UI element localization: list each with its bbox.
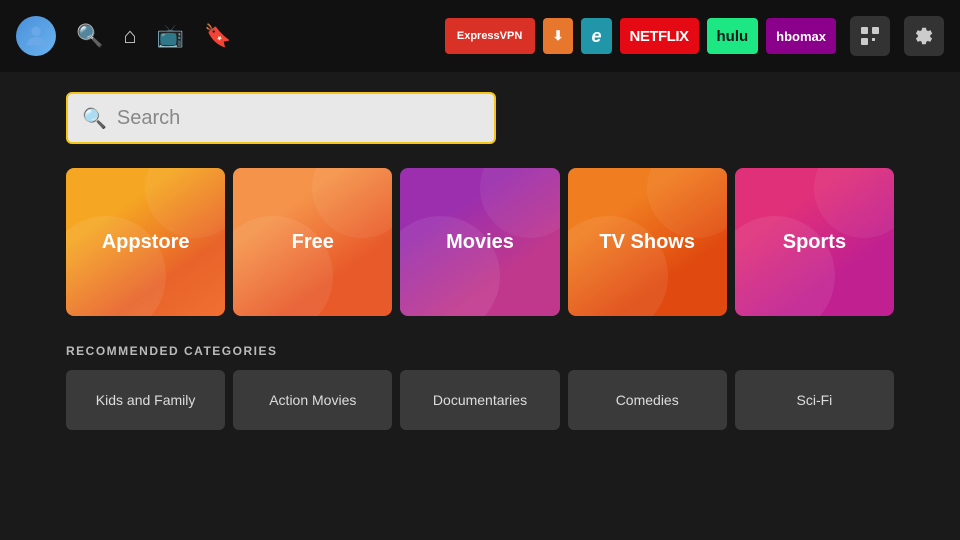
netflix-label: NETFLIX <box>630 28 689 45</box>
expressvpn-app[interactable]: ExpressVPN <box>445 18 535 54</box>
tile-free-label: Free <box>292 231 334 254</box>
home-icon[interactable]: ⌂ <box>123 23 136 49</box>
tile-free[interactable]: Free <box>233 168 392 316</box>
tile-tvshows-label: TV Shows <box>599 231 695 254</box>
rec-tile-action-movies-label: Action Movies <box>269 392 356 408</box>
top-nav: 🔍 ⌂ 📺 🔖 ExpressVPN ⬇ e NETFLIX hulu hbom… <box>0 0 960 72</box>
rec-tile-kids-family[interactable]: Kids and Family <box>66 370 225 430</box>
downloader-label: ⬇ <box>553 28 564 44</box>
rec-tile-comedies[interactable]: Comedies <box>568 370 727 430</box>
expressvpn-label: ExpressVPN <box>457 30 522 42</box>
cyber-label: e <box>591 26 601 47</box>
user-avatar[interactable] <box>16 16 56 56</box>
rec-tile-sci-fi[interactable]: Sci-Fi <box>735 370 894 430</box>
search-icon: 🔍 <box>82 106 107 131</box>
hbomax-app[interactable]: hbomax <box>766 18 836 54</box>
tile-appstore[interactable]: Appstore <box>66 168 225 316</box>
tile-sports-label: Sports <box>783 231 846 254</box>
category-tiles: Appstore Free Movies TV Shows Sports <box>66 168 894 316</box>
hbomax-label: hbomax <box>776 29 826 44</box>
hulu-label: hulu <box>717 28 749 45</box>
netflix-app[interactable]: NETFLIX <box>620 18 699 54</box>
hulu-app[interactable]: hulu <box>707 18 759 54</box>
grid-view-button[interactable] <box>850 16 890 56</box>
search-nav-icon[interactable]: 🔍 <box>76 23 103 49</box>
nav-apps: ExpressVPN ⬇ e NETFLIX hulu hbomax <box>445 16 944 56</box>
tile-sports[interactable]: Sports <box>735 168 894 316</box>
recommended-title: RECOMMENDED CATEGORIES <box>66 344 894 358</box>
recommended-tiles: Kids and Family Action Movies Documentar… <box>66 370 894 430</box>
tile-appstore-label: Appstore <box>102 231 190 254</box>
tile-movies[interactable]: Movies <box>400 168 559 316</box>
rec-tile-comedies-label: Comedies <box>616 392 679 408</box>
settings-button[interactable] <box>904 16 944 56</box>
nav-left: 🔍 ⌂ 📺 🔖 <box>16 16 445 56</box>
cyber-app[interactable]: e <box>581 18 611 54</box>
tile-movies-label: Movies <box>446 231 514 254</box>
rec-tile-kids-family-label: Kids and Family <box>96 392 196 408</box>
tv-icon[interactable]: 📺 <box>157 23 184 49</box>
bookmark-icon[interactable]: 🔖 <box>204 23 231 49</box>
main-content: 🔍 Search Appstore Free Movies TV Shows S… <box>0 72 960 450</box>
downloader-app[interactable]: ⬇ <box>543 18 574 54</box>
search-placeholder: Search <box>117 107 180 130</box>
rec-tile-action-movies[interactable]: Action Movies <box>233 370 392 430</box>
recommended-section: RECOMMENDED CATEGORIES Kids and Family A… <box>66 344 894 430</box>
rec-tile-documentaries-label: Documentaries <box>433 392 527 408</box>
search-box[interactable]: 🔍 Search <box>66 92 496 144</box>
rec-tile-sci-fi-label: Sci-Fi <box>797 392 833 408</box>
tile-tvshows[interactable]: TV Shows <box>568 168 727 316</box>
rec-tile-documentaries[interactable]: Documentaries <box>400 370 559 430</box>
